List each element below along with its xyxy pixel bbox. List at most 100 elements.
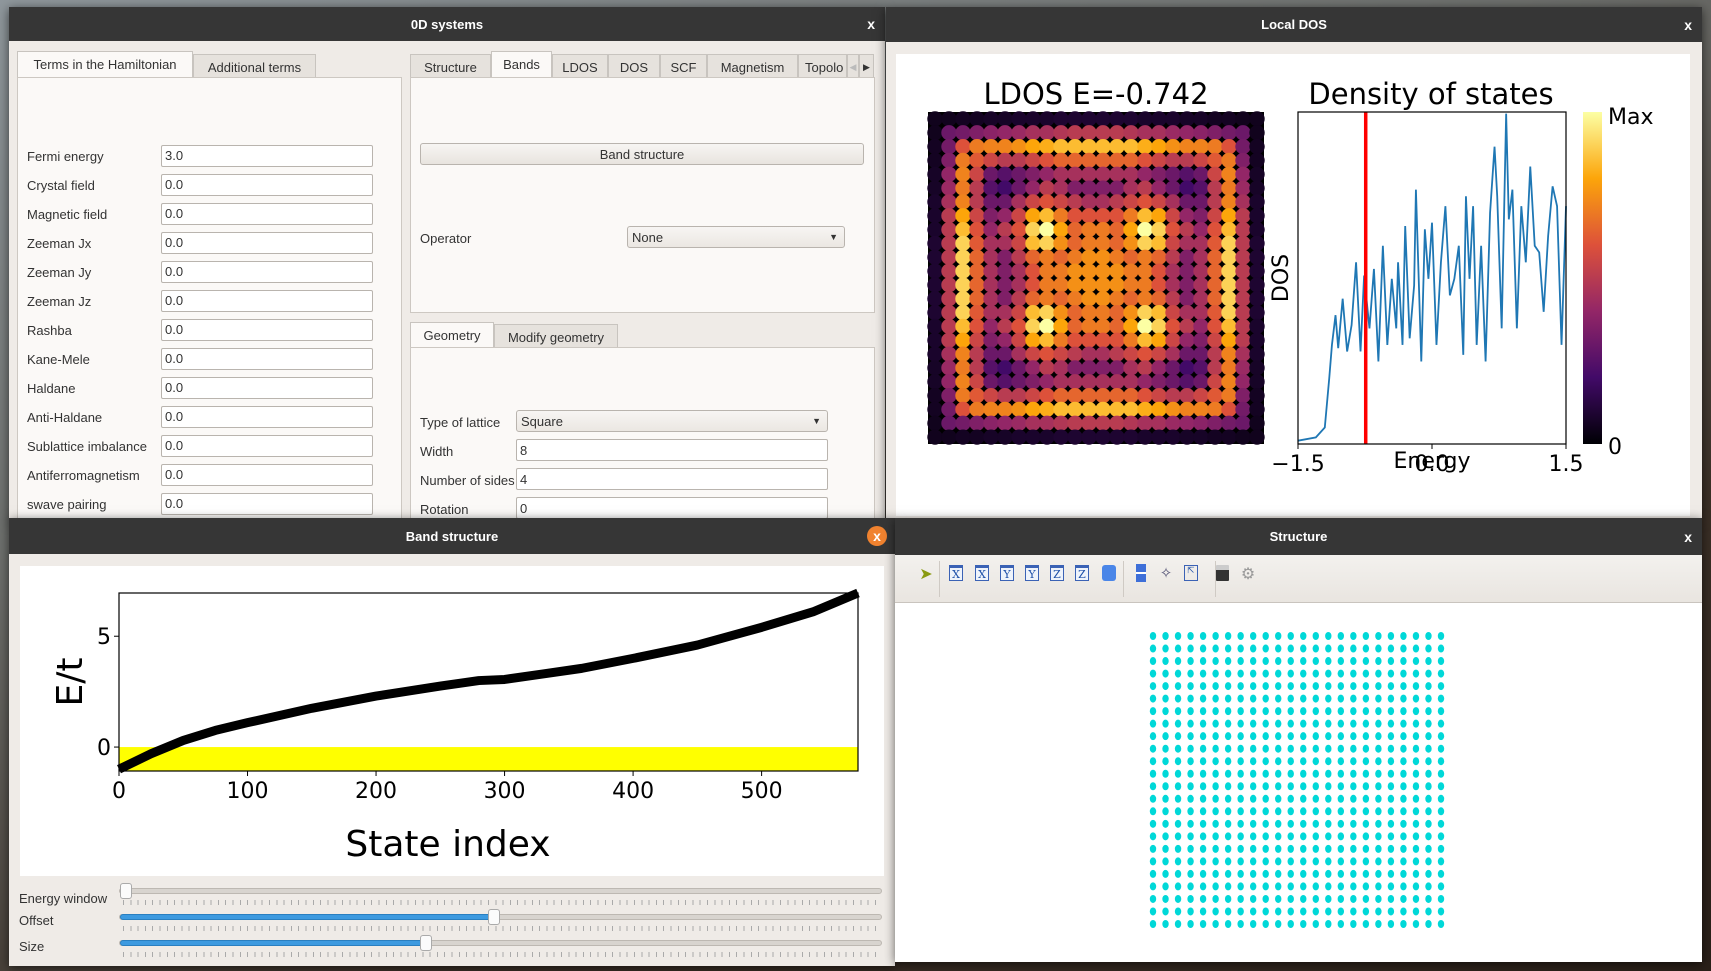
ldos-site (1207, 208, 1223, 224)
lattice-site (1387, 832, 1395, 841)
lattice-site (1275, 832, 1282, 841)
ldos-site (983, 291, 999, 307)
ldos-titlebar[interactable]: Local DOS x (886, 7, 1702, 42)
tab-scf[interactable]: SCF (660, 54, 707, 79)
slider-track[interactable] (119, 909, 882, 925)
perspective-cube-icon[interactable] (1100, 563, 1118, 583)
ldos-site (1123, 277, 1139, 293)
axes-icon[interactable]: ✧ (1157, 563, 1175, 583)
ldos-site (1011, 194, 1027, 210)
tab-magnetism[interactable]: Magnetism (707, 54, 798, 79)
ldos-site (1095, 332, 1111, 348)
ldos-site (983, 332, 999, 348)
param-input[interactable]: 0.0 (161, 261, 373, 283)
ldos-site (1137, 249, 1153, 265)
param-input[interactable]: 3.0 (161, 145, 373, 167)
ldos-site (927, 291, 943, 307)
ldos-site (1095, 208, 1111, 224)
view-x-icon[interactable]: X (949, 565, 963, 581)
ldos-site (955, 387, 971, 404)
lattice-site (1300, 707, 1307, 716)
tab-terms-hamiltonian[interactable]: Terms in the Hamiltonian (17, 51, 193, 77)
lattice-site (1325, 644, 1332, 653)
view-y-icon[interactable]: Y (1000, 565, 1014, 581)
close-icon[interactable]: x (867, 16, 875, 32)
operator-label: Operator (420, 231, 472, 246)
ldos-site (1095, 429, 1111, 445)
ldos-site (927, 318, 943, 335)
ldos-site (1179, 180, 1195, 196)
bands-titlebar[interactable]: Band structure x (9, 518, 895, 554)
ldos-site (1151, 277, 1167, 293)
view-minus-y-icon[interactable]: Y (1025, 565, 1039, 581)
lattice-type-select[interactable]: Square ▼ (516, 410, 828, 432)
lattice-site (1337, 807, 1345, 816)
fit-view-icon[interactable]: ⇱ (1182, 563, 1200, 583)
ldos-site (1067, 111, 1083, 127)
param-input[interactable]: 0.0 (161, 203, 373, 225)
param-input[interactable]: 0.0 (161, 435, 373, 457)
structure-titlebar[interactable]: Structure x (895, 518, 1702, 555)
view-minus-x-icon[interactable]: X (975, 565, 989, 581)
structure-view[interactable] (895, 603, 1702, 962)
lattice-site (1437, 632, 1445, 640)
tab-scroll-left-icon[interactable]: ◀ (847, 54, 859, 79)
tab-modify-geometry[interactable]: Modify geometry (494, 324, 618, 349)
param-input[interactable]: 0.0 (161, 319, 373, 341)
band-structure-button[interactable]: Band structure (420, 143, 864, 165)
lattice-site (1187, 819, 1194, 828)
lattice-site (1262, 707, 1269, 716)
lattice-site (1262, 769, 1269, 778)
view-z-icon[interactable]: Z (1050, 565, 1064, 581)
slider-thumb[interactable] (120, 883, 132, 899)
tab-ldos[interactable]: LDOS (552, 54, 608, 79)
settings-icon[interactable]: ⚙ (1239, 563, 1257, 583)
lattice-site (1262, 719, 1269, 728)
close-icon[interactable]: x (1684, 17, 1692, 33)
lattice-site (1224, 757, 1232, 766)
ldos-site (1151, 360, 1167, 376)
param-input[interactable]: 0.0 (161, 174, 373, 196)
param-input[interactable]: 0.0 (161, 377, 373, 399)
lattice-site (1287, 907, 1294, 916)
param-input[interactable]: 0.0 (161, 464, 373, 486)
view-minus-z-icon[interactable]: Z (1075, 565, 1089, 581)
param-input[interactable]: 0.0 (161, 406, 373, 428)
x-tick-label: 0 (112, 779, 126, 804)
ldos-site (1207, 249, 1223, 265)
select-icon[interactable]: ➤ (917, 563, 935, 583)
param-input[interactable]: 0.0 (161, 493, 373, 515)
ldos-site (969, 125, 985, 141)
tab-structure[interactable]: Structure (410, 54, 491, 79)
width-input[interactable] (516, 439, 828, 461)
close-icon[interactable]: x (1684, 529, 1692, 545)
slider-thumb[interactable] (420, 935, 433, 951)
tab-additional-terms[interactable]: Additional terms (193, 54, 316, 79)
tab-scroll-right-icon[interactable]: ▶ (859, 54, 874, 79)
tab-dos[interactable]: DOS (608, 54, 660, 79)
rotation-input[interactable] (516, 497, 828, 519)
x-tick-label: 200 (355, 779, 397, 804)
slider-thumb[interactable] (487, 909, 500, 925)
ldos-site (1165, 138, 1181, 155)
tab-geometry[interactable]: Geometry (410, 322, 494, 348)
tab-bands[interactable]: Bands (491, 51, 552, 77)
ldos-site (997, 125, 1013, 141)
operator-select[interactable]: None ▼ (627, 226, 845, 248)
systems-titlebar[interactable]: 0D systems x (9, 7, 885, 41)
layout-icon[interactable] (1132, 563, 1150, 583)
lattice-site (1237, 694, 1244, 703)
lattice-site (1187, 894, 1194, 903)
lattice-site (1300, 732, 1307, 741)
lattice-site (1162, 794, 1169, 803)
slider-track[interactable] (119, 935, 882, 951)
ldos-site (1081, 360, 1097, 376)
slider-track[interactable] (119, 883, 882, 899)
param-input[interactable]: 0.0 (161, 290, 373, 312)
ldos-site (1137, 346, 1153, 362)
number-of-sides-input[interactable] (516, 468, 828, 490)
close-icon[interactable]: x (867, 526, 887, 546)
tab-topology[interactable]: Topolo (798, 54, 847, 79)
param-input[interactable]: 0.0 (161, 348, 373, 370)
param-input[interactable]: 0.0 (161, 232, 373, 254)
